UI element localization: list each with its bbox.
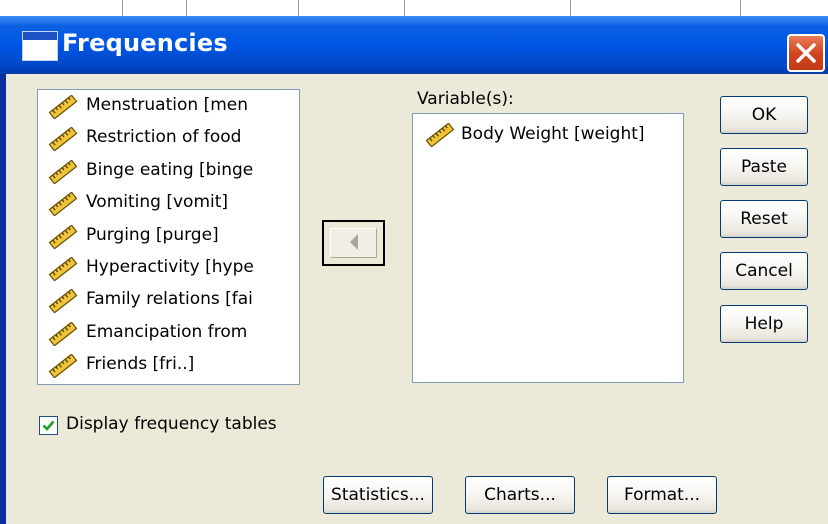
reset-button[interactable]: Reset: [720, 200, 808, 238]
list-item[interactable]: Binge eating [binge: [44, 157, 264, 187]
scale-ruler-icon: [46, 191, 80, 219]
list-item-label: Menstruation [men: [86, 95, 248, 115]
list-item[interactable]: Hyperactivity [hype: [44, 254, 264, 284]
list-item-label: Family relations [fai: [86, 289, 253, 310]
help-button[interactable]: Help: [720, 305, 808, 343]
list-item-label: Binge eating [binge: [86, 159, 254, 180]
paste-button[interactable]: Paste: [720, 148, 808, 186]
scale-ruler-icon: [46, 94, 80, 122]
list-item[interactable]: Menstruation [men: [44, 92, 264, 122]
statistics-button[interactable]: Statistics...: [323, 476, 433, 514]
cancel-button[interactable]: Cancel: [720, 252, 808, 290]
checkmark-icon: [42, 420, 55, 431]
divider: [404, 0, 405, 16]
divider: [186, 0, 187, 16]
divider: [740, 0, 741, 16]
list-item[interactable]: Vomiting [vomit]: [44, 189, 264, 219]
scale-ruler-icon: [46, 223, 80, 252]
display-frequency-tables-checkbox[interactable]: [39, 416, 58, 435]
target-variable-list[interactable]: Body Weight [weight]: [412, 113, 684, 383]
arrow-left-icon: [350, 234, 358, 250]
close-button[interactable]: [787, 34, 825, 72]
scale-ruler-icon: [46, 256, 80, 284]
list-item-label: Purging [purge]: [86, 224, 219, 245]
window-edge: [0, 74, 6, 524]
background-window-strip: [0, 0, 828, 17]
list-item[interactable]: Friends [fri..]: [44, 351, 264, 381]
scale-ruler-icon: [46, 353, 80, 381]
list-item-label: Emancipation from: [86, 321, 248, 342]
list-item[interactable]: Emancipation from: [44, 319, 264, 349]
scale-ruler-icon: [46, 126, 80, 154]
divider: [298, 0, 299, 16]
divider: [122, 0, 123, 16]
divider: [570, 0, 571, 16]
list-item-label: Restriction of food: [86, 127, 242, 148]
list-item[interactable]: Family relations [fai: [44, 286, 264, 316]
scale-ruler-icon: [46, 159, 80, 187]
move-variable-button[interactable]: [322, 220, 385, 266]
list-item-label: Hyperactivity [hype: [86, 257, 254, 277]
list-item-label: Friends [fri..]: [86, 354, 195, 375]
dialog-title: Frequencies: [62, 29, 228, 57]
variables-label: Variable(s):: [417, 89, 514, 109]
window-icon: [22, 31, 58, 61]
ok-button[interactable]: OK: [720, 96, 808, 134]
close-icon: [796, 43, 816, 63]
checkbox-label[interactable]: Display frequency tables: [66, 414, 277, 434]
target-variable-item[interactable]: Body Weight [weight]: [461, 124, 645, 144]
list-item[interactable]: Restriction of food: [44, 124, 264, 154]
format-button[interactable]: Format...: [607, 476, 717, 514]
list-item-label: Vomiting [vomit]: [86, 192, 229, 213]
source-variable-list[interactable]: Menstruation [men Restriction of food Bing…: [37, 89, 300, 385]
scale-ruler-icon: [46, 288, 80, 316]
scale-ruler-icon: [46, 321, 80, 349]
list-item[interactable]: Purging [purge]: [44, 222, 264, 252]
charts-button[interactable]: Charts...: [465, 476, 575, 514]
title-bar[interactable]: Frequencies: [0, 16, 828, 74]
scale-ruler-icon: [425, 123, 455, 147]
